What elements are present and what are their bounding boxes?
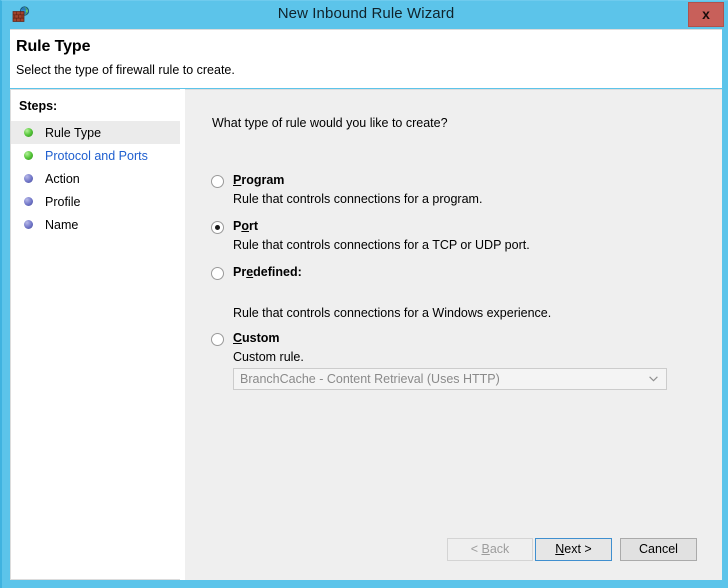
chevron-down-icon bbox=[649, 376, 658, 382]
back-button[interactable]: < Back bbox=[447, 538, 533, 561]
sidebar-item-profile[interactable]: Profile bbox=[11, 190, 180, 213]
purple-bullet-icon bbox=[24, 197, 33, 206]
option-predefined-description: Rule that controls connections for a Win… bbox=[233, 306, 552, 320]
sidebar-item-action[interactable]: Action bbox=[11, 167, 180, 190]
option-port-description: Rule that controls connections for a TCP… bbox=[233, 238, 530, 252]
predefined-dropdown-value: BranchCache - Content Retrieval (Uses HT… bbox=[240, 372, 500, 386]
sidebar-item-rule-type[interactable]: Rule Type bbox=[11, 121, 180, 144]
purple-bullet-icon bbox=[24, 220, 33, 229]
option-custom-label[interactable]: Custom bbox=[233, 331, 280, 345]
page-subtitle: Select the type of firewall rule to crea… bbox=[16, 63, 235, 77]
page-title: Rule Type bbox=[16, 38, 91, 55]
sidebar-item-protocol-and-ports[interactable]: Protocol and Ports bbox=[11, 144, 180, 167]
radio-program[interactable] bbox=[211, 175, 224, 188]
sidebar-item-label: Profile bbox=[45, 194, 81, 209]
option-program-description: Rule that controls connections for a pro… bbox=[233, 192, 483, 206]
radio-predefined[interactable] bbox=[211, 267, 224, 280]
close-button[interactable]: x bbox=[688, 2, 724, 27]
sidebar-item-label: Action bbox=[45, 171, 80, 186]
wizard-header: Rule Type Select the type of firewall ru… bbox=[10, 29, 722, 88]
option-predefined-label[interactable]: Predefined: bbox=[233, 265, 302, 279]
green-bullet-icon bbox=[24, 128, 33, 137]
steps-label: Steps: bbox=[19, 99, 58, 113]
cancel-button[interactable]: Cancel bbox=[620, 538, 697, 561]
option-port-label[interactable]: Port bbox=[233, 219, 258, 233]
purple-bullet-icon bbox=[24, 174, 33, 183]
wizard-window: New Inbound Rule Wizard x Rule Type Sele… bbox=[0, 0, 728, 588]
steps-sidebar: Steps: Rule Type Protocol and Ports Action… bbox=[10, 89, 180, 580]
radio-port[interactable] bbox=[211, 221, 224, 234]
sidebar-item-label: Name bbox=[45, 217, 79, 232]
title-bar[interactable]: New Inbound Rule Wizard x bbox=[2, 1, 728, 29]
window-title: New Inbound Rule Wizard bbox=[277, 5, 455, 22]
content-panel: What type of rule would you like to crea… bbox=[185, 89, 722, 580]
option-program-label[interactable]: Program bbox=[233, 173, 284, 187]
sidebar-item-name[interactable]: Name bbox=[11, 213, 180, 236]
sidebar-item-label: Rule Type bbox=[45, 125, 102, 140]
option-custom-description: Custom rule. bbox=[233, 350, 304, 364]
green-bullet-icon bbox=[24, 151, 33, 160]
radio-custom[interactable] bbox=[211, 333, 224, 346]
sidebar-item-label: Protocol and Ports bbox=[45, 148, 148, 163]
predefined-dropdown[interactable]: BranchCache - Content Retrieval (Uses HT… bbox=[233, 368, 667, 390]
question-label: What type of rule would you like to crea… bbox=[212, 116, 448, 130]
next-button[interactable]: Next > bbox=[535, 538, 612, 561]
